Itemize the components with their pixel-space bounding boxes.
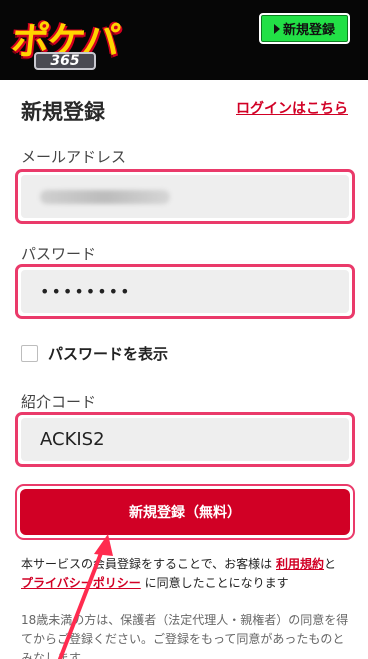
login-link[interactable]: ログインはこちら — [236, 98, 348, 118]
submit-button[interactable]: 新規登録（無料） — [15, 484, 355, 540]
page-title: 新規登録 — [21, 100, 105, 124]
terms-text: 本サービスの会員登録をすることで、お客様は 利用規約と プライバシーポリシー に… — [21, 555, 351, 593]
show-password-label: パスワードを表示 — [48, 345, 169, 363]
header-signup-button[interactable]: 新規登録 — [259, 13, 350, 44]
referral-input[interactable]: ACKIS2 — [21, 418, 349, 461]
password-field[interactable]: •••••••• — [15, 264, 355, 319]
referral-field[interactable]: ACKIS2 — [15, 412, 355, 467]
age-note: 18歳未満の方は、保護者（法定代理人・親権者）の同意を得てからご登録ください。ご… — [21, 613, 349, 659]
referral-label: 紹介コード — [21, 393, 97, 411]
terms-and: と — [324, 557, 337, 571]
site-logo[interactable]: ポケパ 365 — [9, 8, 120, 72]
email-label: メールアドレス — [21, 148, 127, 166]
header-signup-label: 新規登録 — [282, 23, 335, 38]
terms-suffix: に同意したことになります — [144, 576, 289, 590]
email-input[interactable] — [21, 175, 349, 218]
terms-prefix: 本サービスの会員登録をすることで、お客様は — [21, 557, 273, 571]
header-bar: ポケパ 365 新規登録 — [0, 0, 368, 80]
email-value-blurred — [40, 189, 170, 204]
play-triangle-icon — [273, 23, 280, 34]
password-label: パスワード — [21, 245, 97, 263]
password-input[interactable]: •••••••• — [21, 270, 349, 313]
email-field[interactable] — [15, 169, 355, 224]
password-value: •••••••• — [40, 282, 132, 301]
submit-button-label: 新規登録（無料） — [20, 489, 350, 535]
terms-of-use-link[interactable]: 利用規約 — [276, 557, 324, 571]
show-password-checkbox[interactable] — [21, 345, 38, 362]
referral-value: ACKIS2 — [40, 429, 105, 450]
privacy-policy-link[interactable]: プライバシーポリシー — [21, 576, 141, 590]
logo-sub: 365 — [34, 52, 96, 70]
show-password-row[interactable]: パスワードを表示 — [21, 343, 168, 364]
